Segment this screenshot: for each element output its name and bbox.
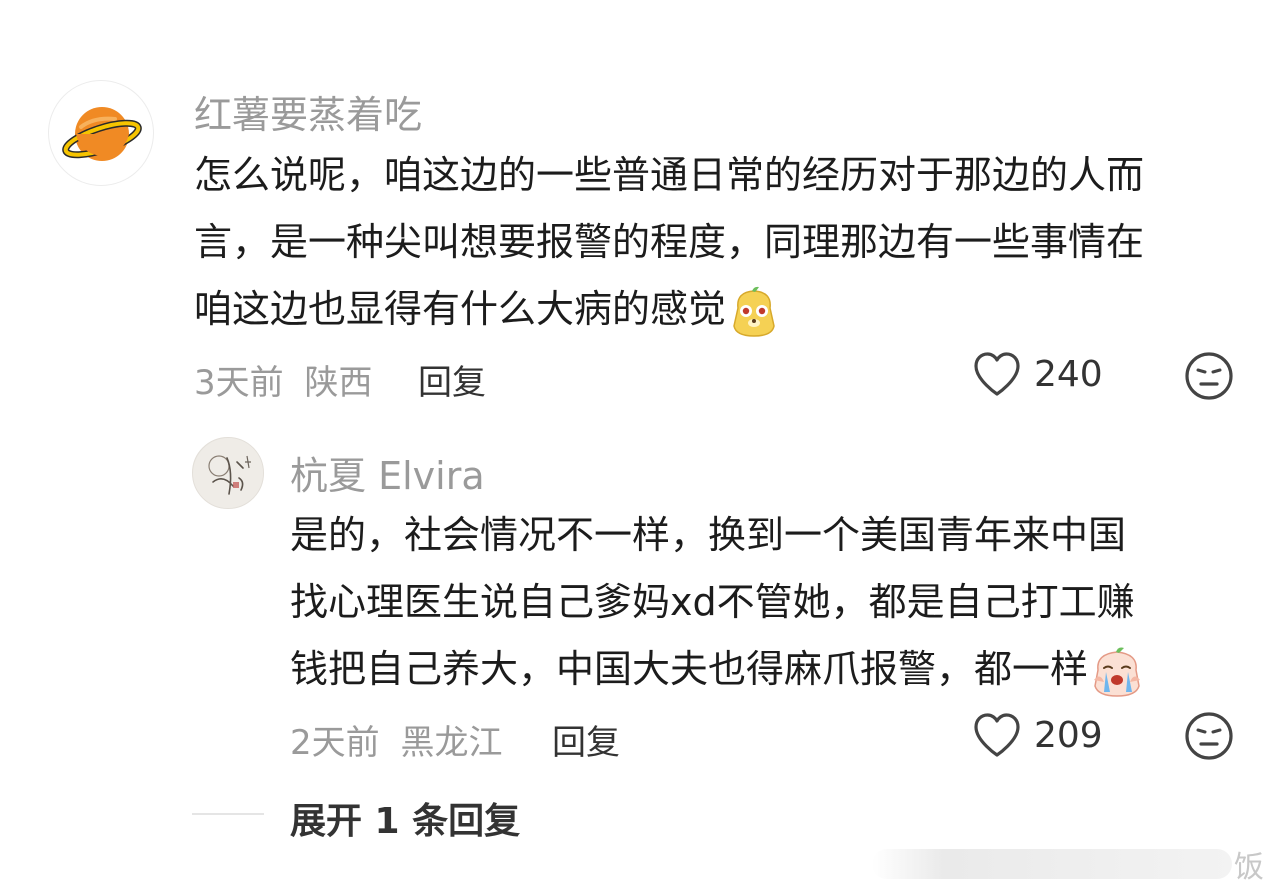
reply-line: 是的，社会情况不一样，换到一个美国青年来中国: [290, 513, 1127, 557]
avatar[interactable]: [192, 437, 264, 509]
meh-face-icon: [1185, 712, 1233, 760]
comment-location: 陕西: [304, 363, 373, 403]
watermark-bar: [872, 849, 1232, 879]
comment-text: 怎么说呢，咱这边的一些普通日常的经历对于那边的人而 言，是一种尖叫想要报警的程度…: [194, 142, 1144, 343]
comment-time: 3天前: [194, 363, 284, 403]
reply-button[interactable]: 回复: [418, 355, 486, 404]
reply-time: 2天前: [290, 723, 380, 763]
avatar[interactable]: [48, 80, 154, 186]
like-button[interactable]: 240: [972, 350, 1103, 398]
calligraphy-avatar: [193, 438, 263, 508]
meh-face-icon: [1185, 352, 1233, 400]
dislike-button[interactable]: [1184, 351, 1234, 405]
reply-meta: 2天前 黑龙江: [290, 715, 502, 764]
reply-location: 黑龙江: [400, 723, 503, 763]
like-count: 209: [1034, 714, 1103, 756]
reply-text: 是的，社会情况不一样，换到一个美国青年来中国 找心理医生说自己爹妈xd不管她，都…: [290, 502, 1144, 703]
comment-line: 咱这边也显得有什么大病的感觉: [194, 276, 1144, 343]
divider: [192, 813, 264, 815]
reply-line: 找心理医生说自己爹妈xd不管她，都是自己打工赚: [290, 580, 1135, 624]
like-count: 240: [1034, 353, 1103, 395]
comment-line: 言，是一种尖叫想要报警的程度，同理那边有一些事情在: [194, 220, 1145, 264]
heart-icon: [974, 352, 1020, 396]
like-button[interactable]: 209: [972, 711, 1103, 759]
dislike-button[interactable]: [1184, 711, 1234, 765]
watermark-text: 饭: [1234, 850, 1264, 885]
reply-username[interactable]: 杭夏 Elvira: [290, 445, 485, 500]
heart-icon: [974, 713, 1020, 757]
comment-username[interactable]: 红薯要蒸着吃: [194, 84, 422, 139]
watermark: 饭: [872, 842, 1264, 886]
crying-face-emoji-icon: [1094, 647, 1141, 697]
cute-face-emoji-icon: [733, 286, 775, 337]
reply-line: 钱把自己养大，中国大夫也得麻爪报警，都一样: [290, 636, 1144, 703]
expand-replies-button[interactable]: 展开 1 条回复: [290, 792, 520, 844]
reply-button[interactable]: 回复: [552, 715, 620, 764]
planet-icon: [62, 107, 142, 161]
comment-line: 怎么说呢，咱这边的一些普通日常的经历对于那边的人而: [194, 153, 1145, 197]
comment-meta: 3天前 陕西: [194, 355, 372, 404]
